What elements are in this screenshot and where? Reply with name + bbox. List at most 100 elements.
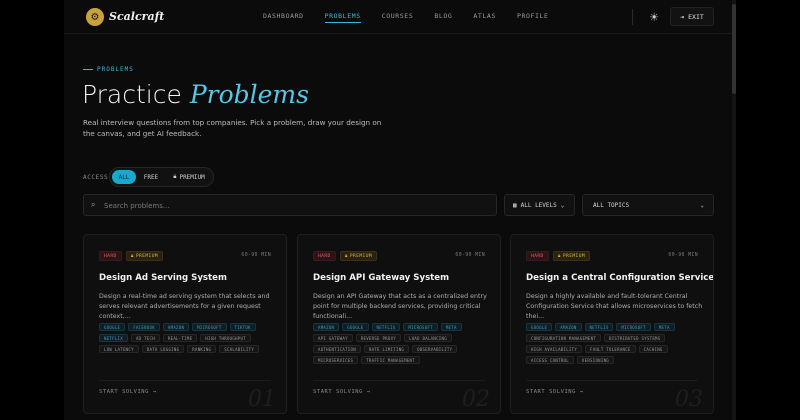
lock-icon: 🔒︎ — [131, 254, 134, 259]
company-tag: MICROSOFT — [192, 323, 227, 331]
arrow-right-icon: → — [579, 389, 584, 395]
theme-toggle-sun-icon[interactable]: ☀ — [646, 9, 662, 25]
lock-icon: 🔒︎ — [558, 254, 561, 259]
topic-tag: HIGH AVAILABILITY — [526, 345, 583, 353]
topic-tag: REVERSE PROXY — [355, 334, 402, 342]
company-tags: AMAZON GOOGLE NETFLIX MICROSOFT META API… — [313, 323, 495, 364]
start-solving-link[interactable]: START SOLVING → — [99, 389, 157, 395]
card-title[interactable]: Design Ad Serving System — [99, 273, 227, 283]
chevron-down-icon: ⌄ — [560, 201, 565, 209]
company-tag: NETFLIX — [584, 323, 614, 331]
card-number: 01 — [248, 387, 276, 412]
top-nav: ⚙ Scalcraft DASHBOARD PROBLEMS COURSES B… — [64, 0, 736, 34]
premium-label: PREMIUM — [135, 253, 159, 259]
eyebrow-line — [83, 69, 93, 70]
nav-link-dashboard[interactable]: DASHBOARD — [263, 12, 304, 20]
page-subtitle: Real interview questions from top compan… — [83, 118, 382, 138]
topic-tag: RATE LIMITING — [363, 345, 410, 353]
problem-card[interactable]: HARD 🔒︎ PREMIUM 60-90 MIN Design a Centra… — [510, 234, 714, 414]
card-title[interactable]: Design API Gateway System — [313, 273, 449, 283]
nav-link-problems[interactable]: PROBLEMS — [324, 12, 361, 23]
lock-icon: 🔒︎ — [345, 254, 348, 259]
premium-label: PREMIUM — [349, 253, 373, 259]
page-title-accent: Problems — [189, 80, 309, 109]
company-tag: NETFLIX — [371, 323, 401, 331]
card-description: Design an API Gateway that acts as a cen… — [313, 293, 487, 320]
logo-icon[interactable]: ⚙ — [86, 8, 104, 26]
time-estimate: 60-90 MIN — [241, 253, 271, 258]
company-tag: FACEBOOK — [128, 323, 160, 331]
search-box[interactable]: ⌕ — [83, 194, 497, 216]
card-divider — [313, 380, 485, 381]
topic-tag: API GATEWAY — [313, 334, 353, 342]
premium-badge: 🔒︎ PREMIUM — [126, 251, 164, 261]
topic-tag: DISTRIBUTED SYSTEMS — [604, 334, 666, 342]
topic-tag: SCALABILITY — [219, 345, 260, 353]
card-description: Design a real-time ad serving system tha… — [99, 293, 270, 320]
arrow-right-icon: → — [152, 389, 157, 395]
card-description: Design a highly available and fault-tole… — [526, 293, 703, 320]
chevron-down-icon: ⌄ — [700, 201, 704, 209]
card-divider — [99, 380, 271, 381]
time-estimate: 60-90 MIN — [668, 253, 698, 258]
topic-tag: AUTHENTICATION — [313, 345, 361, 353]
company-tag: MICROSOFT — [403, 323, 438, 331]
topics-label: ALL TOPICS — [593, 201, 630, 209]
brand-name[interactable]: Scalcraft — [109, 10, 164, 23]
nav-links: DASHBOARD PROBLEMS COURSES BLOG ATLAS PR… — [263, 12, 570, 23]
page-scrollbar[interactable] — [732, 0, 736, 420]
cta-label: START SOLVING — [313, 389, 363, 395]
company-tag: AMAZON — [313, 323, 340, 331]
topic-tag: LOW LATENCY — [99, 345, 139, 353]
topic-tag: DATA LOGGING — [141, 345, 185, 353]
exit-icon: ⇥ — [680, 12, 685, 21]
page-title-plain: Practice — [82, 80, 182, 109]
company-tag: GOOGLE — [342, 323, 369, 331]
eyebrow-text: PROBLEMS — [97, 66, 134, 73]
topic-tag: HIGH THROUGHPUT — [200, 334, 251, 342]
levels-select[interactable]: ▦ ALL LEVELS ⌄ — [504, 194, 575, 216]
topic-tag: REAL-TIME — [162, 334, 198, 342]
topic-tag: AD TECH — [130, 334, 160, 342]
access-premium-label: PREMIUM — [179, 173, 205, 181]
search-input[interactable] — [104, 199, 484, 212]
problem-card[interactable]: HARD 🔒︎ PREMIUM 60-90 MIN Design API Gate… — [297, 234, 501, 414]
card-number: 03 — [675, 387, 703, 412]
cta-label: START SOLVING — [526, 389, 576, 395]
lock-icon: 🔒︎ — [173, 173, 177, 180]
nav-link-profile[interactable]: PROFILE — [517, 12, 549, 20]
topic-tag: RANKING — [187, 345, 217, 353]
access-all-button[interactable]: ALL — [112, 170, 136, 184]
scrollbar-thumb[interactable] — [732, 4, 736, 94]
nav-link-atlas[interactable]: ATLAS — [473, 12, 496, 20]
search-icon: ⌕ — [91, 200, 96, 209]
premium-badge: 🔒︎ PREMIUM — [340, 251, 378, 261]
section-eyebrow: PROBLEMS — [83, 66, 134, 73]
premium-badge: 🔒︎ PREMIUM — [553, 251, 591, 261]
topic-tag: CONFIGURATION MANAGEMENT — [526, 334, 601, 342]
page-title: Practice Problems — [82, 80, 309, 109]
arrow-right-icon: → — [366, 389, 371, 395]
access-premium-button[interactable]: 🔒︎ PREMIUM — [166, 170, 212, 184]
topic-tag: TRAFFIC MANAGEMENT — [361, 356, 420, 364]
problem-card[interactable]: HARD 🔒︎ PREMIUM 60-90 MIN Design Ad Servi… — [83, 234, 287, 414]
nav-link-blog[interactable]: BLOG — [434, 12, 452, 20]
difficulty-badge: HARD — [313, 251, 336, 261]
access-free-button[interactable]: FREE — [140, 170, 162, 184]
card-title[interactable]: Design a Central Configuration Service — [526, 273, 713, 283]
company-tags: GOOGLE FACEBOOK AMAZON MICROSOFT TIKTOK … — [99, 323, 281, 353]
company-tag: TIKTOK — [229, 323, 256, 331]
company-tags: GOOGLE AMAZON NETFLIX MICROSOFT META CON… — [526, 323, 708, 364]
access-segmented-control: ALL FREE 🔒︎ PREMIUM — [109, 167, 214, 187]
start-solving-link[interactable]: START SOLVING → — [313, 389, 371, 395]
levels-icon: ▦ — [513, 201, 517, 209]
nav-link-courses[interactable]: COURSES — [382, 12, 414, 20]
exit-label: EXIT — [688, 12, 704, 21]
card-divider — [526, 380, 698, 381]
company-tag: META — [653, 323, 675, 331]
start-solving-link[interactable]: START SOLVING → — [526, 389, 584, 395]
company-tag: AMAZON — [555, 323, 582, 331]
company-tag: GOOGLE — [99, 323, 126, 331]
topics-select[interactable]: ALL TOPICS ⌄ — [582, 194, 714, 216]
exit-button[interactable]: ⇥ EXIT — [670, 7, 714, 26]
